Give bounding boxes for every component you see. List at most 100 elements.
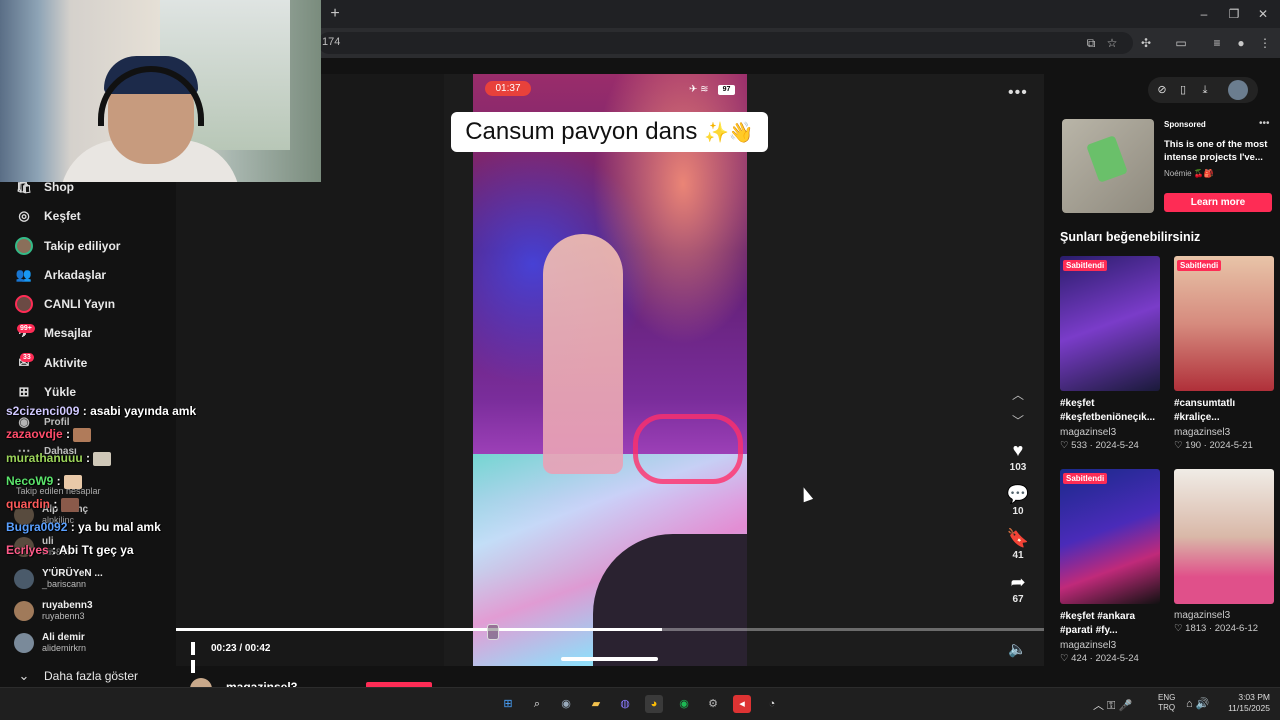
- suggestion-card[interactable]: magazinsel3 ♡ 1813 · 2024-6-12: [1174, 469, 1274, 634]
- sidebar-item-label: Shop: [44, 180, 74, 194]
- pinned-badge: Sabitlendi: [1177, 260, 1222, 271]
- following-item[interactable]: Ali demir alidemirkrn: [14, 632, 86, 653]
- sidebar-item-label: Arkadaşlar: [44, 268, 107, 282]
- avatar: [14, 600, 34, 621]
- suggestion-title: #keşfet #ankara #parati #fy...: [1060, 611, 1136, 636]
- sidebar-item-following[interactable]: Takip ediliyor: [14, 234, 120, 258]
- network-volume-icons[interactable]: ⌂ 🔊: [1186, 697, 1209, 710]
- previous-video-icon[interactable]: ︿: [1010, 386, 1026, 402]
- sidebar-item-upload[interactable]: ⊞ Yükle: [14, 380, 76, 404]
- search-icon[interactable]: ⌕: [528, 695, 546, 713]
- language-indicator[interactable]: ENG TRQ: [1158, 693, 1175, 713]
- following-item[interactable]: Y'ÜRÜYeN ... _bariscann: [14, 568, 103, 589]
- suggestion-user: magazinsel3: [1174, 427, 1231, 438]
- ad-title: This is one of the most intense projects…: [1164, 139, 1268, 163]
- comment-button[interactable]: 💬 10: [1004, 484, 1032, 517]
- ad-thumbnail[interactable]: [1062, 119, 1154, 213]
- sidebar-item-explore[interactable]: ◎ Keşfet: [14, 204, 80, 228]
- ad-author: Noémie 🍒🎒: [1164, 169, 1214, 178]
- suggestion-stats: ♡ 1813 · 2024-6-12: [1174, 623, 1259, 634]
- user-avatar-icon[interactable]: [1228, 80, 1248, 100]
- settings-icon[interactable]: ⚙: [704, 695, 722, 713]
- sponsored-label: Sponsored: [1164, 120, 1206, 129]
- profile-avatar-icon[interactable]: ●: [1232, 34, 1250, 52]
- progress-preview-handle[interactable]: [487, 624, 499, 640]
- chat-username: Ecrlyes: [6, 543, 49, 557]
- save-count: 41: [1012, 550, 1024, 561]
- start-icon[interactable]: ⊞: [499, 695, 517, 713]
- recorder-icon[interactable]: ◂: [733, 695, 751, 713]
- ad-more-icon[interactable]: •••: [1259, 118, 1270, 129]
- sidebar-item-friends[interactable]: 👥 Arkadaşlar: [14, 263, 106, 287]
- close-window-button[interactable]: ✕: [1253, 4, 1273, 24]
- messages-badge: 99+: [17, 324, 35, 333]
- restore-button[interactable]: ❐: [1224, 4, 1244, 24]
- share-button[interactable]: ➦ 67: [1004, 572, 1032, 605]
- ad-image-shape: [1086, 135, 1128, 183]
- comment-icon: 💬: [1006, 484, 1030, 504]
- bookmark-icon: 🔖: [1006, 528, 1030, 548]
- spotify-icon[interactable]: ◉: [675, 695, 693, 713]
- chat-emote: [64, 474, 83, 489]
- suggestion-likes: 533: [1071, 440, 1088, 451]
- suggestion-user: magazinsel3: [1174, 610, 1231, 621]
- volume-icon[interactable]: 🔈: [1008, 640, 1027, 658]
- clock-app-icon[interactable]: ◔: [763, 695, 781, 713]
- pinned-badge: Sabitlendi: [1063, 473, 1108, 484]
- sidebar-item-label: CANLI Yayın: [44, 297, 116, 311]
- extensions-icon[interactable]: ✣: [1137, 34, 1155, 52]
- compass-tool-icon[interactable]: ⊘: [1155, 83, 1169, 97]
- show-more-button[interactable]: ⌄ Daha fazla göster: [14, 664, 139, 688]
- video-player[interactable]: [473, 74, 747, 666]
- taskbar-clock[interactable]: 3:03 PM 11/15/2025: [1222, 692, 1270, 714]
- chat-username: quardin: [6, 497, 50, 511]
- address-bar[interactable]: [318, 32, 1133, 54]
- save-button[interactable]: 🔖 41: [1004, 528, 1032, 561]
- learn-more-button[interactable]: Learn more: [1164, 193, 1272, 212]
- suggestion-title: #cansumtatlı #kraliçe...: [1174, 398, 1236, 423]
- suggestion-thumbnail[interactable]: Sabitlendi: [1060, 469, 1160, 604]
- video-frame-figure: [543, 234, 623, 474]
- more-options-icon[interactable]: •••: [1008, 84, 1028, 102]
- next-video-icon[interactable]: ﹀: [1010, 412, 1026, 428]
- progress-fill: [176, 628, 663, 631]
- new-tab-button[interactable]: +: [326, 5, 344, 23]
- webcam-overlay: [0, 0, 321, 182]
- chat-emote: [73, 427, 92, 442]
- suggestion-card[interactable]: Sabitlendi #cansumtatlı #kraliçe... maga…: [1174, 256, 1274, 451]
- download-icon[interactable]: ⤓: [1198, 83, 1212, 97]
- bookmark-star-icon[interactable]: ☆: [1103, 34, 1121, 52]
- system-tray-icons[interactable]: ︿ ⚿ 🎤: [1093, 697, 1132, 713]
- suggestion-card[interactable]: Sabitlendi #keşfet #keşfetbeniöneçık... …: [1060, 256, 1160, 451]
- author-bar: magazinsel3: [176, 672, 1044, 700]
- comment-count: 10: [1012, 506, 1024, 517]
- phone-tool-icon[interactable]: ▯: [1176, 83, 1190, 97]
- suggestion-thumbnail[interactable]: [1174, 469, 1274, 604]
- suggestion-card[interactable]: Sabitlendi #keşfet #ankara #parati #fy..…: [1060, 469, 1160, 664]
- activity-badge: 33: [20, 353, 34, 362]
- chat-message: murathanuuu :: [6, 451, 112, 466]
- side-panel-icon[interactable]: ▭: [1172, 34, 1190, 52]
- following-item[interactable]: ruyabenn3 ruyabenn3: [14, 600, 93, 621]
- chat-message: s2cizenci009 : asabi yayında amk: [6, 404, 197, 418]
- chat-username: s2cizenci009: [6, 404, 80, 418]
- sidebar-item-live[interactable]: CANLI Yayın: [14, 292, 115, 316]
- steam-icon[interactable]: ◉: [557, 695, 575, 713]
- app-icon[interactable]: ◍: [616, 695, 634, 713]
- minimize-button[interactable]: –: [1194, 4, 1214, 24]
- chat-text: asabi yayında amk: [90, 404, 197, 418]
- install-app-icon[interactable]: ⧉: [1082, 34, 1100, 52]
- browser-menu-icon[interactable]: ⋮: [1256, 34, 1274, 52]
- pause-icon[interactable]: [191, 642, 203, 673]
- suggestion-thumbnail[interactable]: Sabitlendi: [1174, 256, 1274, 391]
- video-progress-bar[interactable]: [176, 628, 1044, 631]
- media-control-icon[interactable]: ≡: [1208, 34, 1226, 52]
- chrome-icon[interactable]: ◕: [645, 695, 663, 713]
- following-handle: alidemirkrn: [42, 643, 87, 653]
- time-separator: /: [236, 643, 245, 654]
- file-explorer-icon[interactable]: ▰: [587, 695, 605, 713]
- lang-bottom: TRQ: [1158, 703, 1176, 712]
- live-icon: [14, 294, 34, 314]
- suggestion-thumbnail[interactable]: Sabitlendi: [1060, 256, 1160, 391]
- like-button[interactable]: ♥ 103: [1004, 440, 1032, 473]
